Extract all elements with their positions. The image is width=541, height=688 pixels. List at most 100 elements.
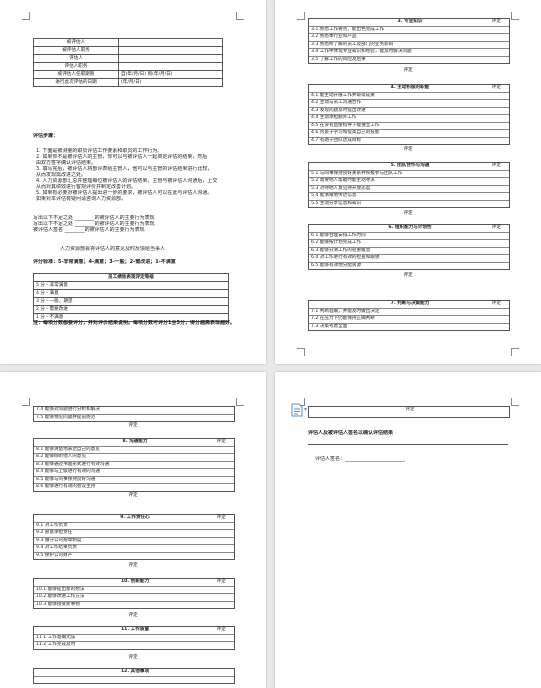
- employee-info-table: 被评估人 被评估人职务 评估人 评估人职务 被评估人任职期限 自(年/月/日) 到…: [33, 38, 223, 87]
- info-label: 被评估人职务: [33, 46, 119, 55]
- criteria-item: 5.5 主动分享信息和知识: [309, 199, 509, 208]
- crop-mark: [236, 398, 244, 406]
- info-value[interactable]: 自(年/月/日) 到(年/月/日): [118, 70, 223, 79]
- criteria-item: 8.2 能够倾听他人的意见: [34, 453, 234, 461]
- criteria-item: 4.5 在没有直接指导下能独立工作: [309, 121, 509, 130]
- section-comment: 评定: [491, 163, 501, 168]
- section-judgment: 7. 判断与决策能力 评定 7.1 判断准确，并能及时做出决定 7.2 在压力下仍…: [308, 300, 510, 331]
- info-value[interactable]: [118, 38, 223, 47]
- crop-mark: [236, 12, 244, 20]
- criteria-item: 8.1 能够清楚地表达自己的意见: [34, 445, 234, 454]
- info-label: 进行此次评估的日期: [33, 78, 119, 87]
- criteria-item: 3.2 熟悉本行业和产品: [309, 33, 509, 41]
- criteria-item: 6.2 能够按计划完成工作: [309, 239, 509, 247]
- criteria-item: 3.1 熟悉工作要点，能出色完成工作: [309, 25, 509, 34]
- criteria-item: 8.6 能够进行有效的会议主持: [34, 483, 234, 491]
- criteria-item: 8.4 能够与上级进行有效的沟通: [34, 468, 234, 476]
- info-label: 被评估人: [33, 38, 119, 47]
- rating-scale-table: 员工绩效表现评定等级 5 分 - 非常满意 4 分 - 满意 3 分 - 一般，…: [33, 273, 229, 322]
- section-judgment-cont: 7.4 能够对问题进行分析和解决 7.5 能够预见问题并提前防范: [33, 406, 235, 422]
- sign-line: 被评估人签名 ________的被评估人的主要行为表现: [33, 227, 145, 233]
- criteria-item: 5.2 需要他人帮助时能主动寻求: [309, 177, 509, 185]
- score-field[interactable]: 评定: [33, 492, 233, 498]
- crop-mark: [511, 12, 519, 20]
- info-value[interactable]: [118, 62, 223, 71]
- section-title: 7. 判断与决策能力: [390, 301, 430, 306]
- evaluator-sign-field[interactable]: ________________________: [345, 456, 405, 462]
- rating-scale-item: 2 分 - 需要改进: [33, 305, 229, 314]
- criteria-item: 3.4 工作中体现专业知识和经验，能及时解决问题: [309, 48, 509, 56]
- criteria-item: 3.5 了解工作的风险及后果: [309, 55, 509, 64]
- criteria-item: 7.1 判断准确，并能及时做出决定: [309, 307, 509, 316]
- dropdown-chevron-icon[interactable]: ▾: [304, 406, 307, 413]
- section-comment: 评定: [216, 515, 226, 520]
- section-title: 12. 其他事项: [120, 669, 150, 674]
- criteria-item: 11.1 工作准确无误: [34, 633, 234, 642]
- comment-box[interactable]: 评定: [308, 406, 510, 418]
- rating-scale-item: 3 分 - 一般，期望: [33, 297, 229, 306]
- criteria-item: 4.2 主动与员工沟通合作: [309, 99, 509, 107]
- criteria-item: 8.3 能够通过书面形式进行有效沟通: [34, 460, 234, 469]
- criteria-item: 4.1 能主动开展工作并取得成果: [309, 91, 509, 100]
- criteria-item: 6.1 能够合理安排工作时间: [309, 231, 509, 240]
- criteria-item: 6.4 对工作进行有效的检查和跟进: [309, 254, 509, 262]
- criteria-item: 4.6 热衷于学习和提高自己的技能: [309, 129, 509, 137]
- score-field[interactable]: 评定: [33, 562, 233, 568]
- crop-mark: [297, 12, 305, 20]
- score-field[interactable]: 评定: [308, 67, 508, 73]
- section-comment: 评定: [491, 85, 501, 90]
- page-4: 评定 评估人及被评估人签名以确认评估结果 评估人签名：_____________…: [275, 372, 541, 688]
- section-professional-knowledge: 3. 专业知识 评定 3.1 熟悉工作要点，能出色完成工作 3.2 熟悉本行业和产…: [308, 18, 510, 64]
- criteria-item: 5.4 能清晰地传达信息: [309, 192, 509, 200]
- criteria-item: 5.1 与同事保持良好关系并积极参与团队工作: [309, 169, 509, 178]
- score-field[interactable]: 评定: [33, 422, 233, 428]
- criteria-item: 9.2 愿意承担责任: [34, 529, 234, 537]
- criteria-item: 9.4 对工作结果负责: [34, 544, 234, 552]
- section-title: 11. 工作质量: [120, 627, 150, 632]
- score-field[interactable]: 评定: [308, 272, 508, 278]
- criteria-item: 9.5 保护公司财产: [34, 551, 234, 560]
- page-2: 3. 专业知识评定 3.1 熟悉工作要点，能出色完成工作 3.2 熟悉本行业和产…: [275, 0, 541, 364]
- section-title: 9. 工作责任心: [120, 515, 150, 520]
- info-label: 评估人职务: [33, 62, 119, 71]
- evaluator-sign-label: 评估人签名：: [315, 456, 346, 462]
- criteria-item: 10.3 能够接受新事物: [34, 600, 234, 609]
- score-field[interactable]: 评定: [33, 654, 233, 660]
- divider: [308, 444, 508, 445]
- criteria-item: 7.3 决策考虑全面: [309, 322, 509, 331]
- section-title: 4. 主动积极的职能: [390, 85, 430, 90]
- section-initiative: 4. 主动积极的职能 评定 4.1 能主动开展工作并取得成果 4.2 主动与员工沟…: [308, 84, 510, 145]
- section-title: 6. 组织能力与计划性: [388, 225, 432, 230]
- comment-label: 评定: [405, 407, 415, 412]
- criteria-item: 4.3 发现问题及时提出改进: [309, 106, 509, 115]
- crop-mark: [22, 398, 30, 406]
- criteria-item: 6.3 能够分清工作的轻重缓急: [309, 246, 509, 255]
- score-field[interactable]: 评定: [308, 146, 508, 152]
- scoring-title: 评分标准：5-非常满意；4-满意；3-一般；2-需改进；1-不满意: [33, 259, 176, 265]
- signature-title: 评估人及被评估人签名以确认评估结果: [308, 430, 394, 436]
- crop-mark: [511, 398, 519, 406]
- info-label: 被评估人任职期限: [33, 70, 119, 79]
- criteria-item: 10.2 能够改进工作方法: [34, 593, 234, 601]
- section-comment: 评定: [216, 579, 226, 584]
- criteria-item: 4.4 主动承担额外工作: [309, 114, 509, 122]
- section-teamwork: 5. 团队合作与沟通 评定 5.1 与同事保持良好关系并积极参与团队工作 5.2 …: [308, 162, 510, 208]
- section-innovation: 10. 创新能力 评定 10.1 能够提出新的想法 10.2 能够改进工作方法 1…: [33, 578, 235, 609]
- section-title: 10. 创新能力: [120, 579, 150, 584]
- info-label: 评估人: [33, 54, 119, 63]
- section-organization: 6. 组织能力与计划性 评定 6.1 能够合理安排工作时间 6.2 能够按计划完成…: [308, 224, 510, 270]
- comment-icon[interactable]: [291, 402, 303, 417]
- section-comment: 评定: [216, 439, 226, 444]
- info-value[interactable]: (年/月/日): [118, 78, 223, 87]
- page-3: 7.4 能够对问题进行分析和解决 7.5 能够预见问题并提前防范 评定 8. 沟…: [0, 372, 266, 688]
- criteria-item: 8.5 能够与同事保持良好沟通: [34, 475, 234, 484]
- section-responsibility: 9. 工作责任心 评定 9.1 对工作负责 9.2 愿意承担责任 9.3 遵守公司…: [33, 514, 235, 560]
- criteria-item: 11.2 工作完成及时: [34, 641, 234, 649]
- score-field[interactable]: 评定: [308, 210, 508, 216]
- info-value[interactable]: [118, 46, 223, 55]
- score-field[interactable]: 评定: [33, 612, 233, 618]
- info-value[interactable]: [118, 54, 223, 63]
- rating-scale-item: 4 分 - 满意: [33, 289, 229, 298]
- rating-scale-header: 员工绩效表现评定等级: [33, 273, 229, 282]
- section-title: 3. 专业知识: [397, 19, 423, 24]
